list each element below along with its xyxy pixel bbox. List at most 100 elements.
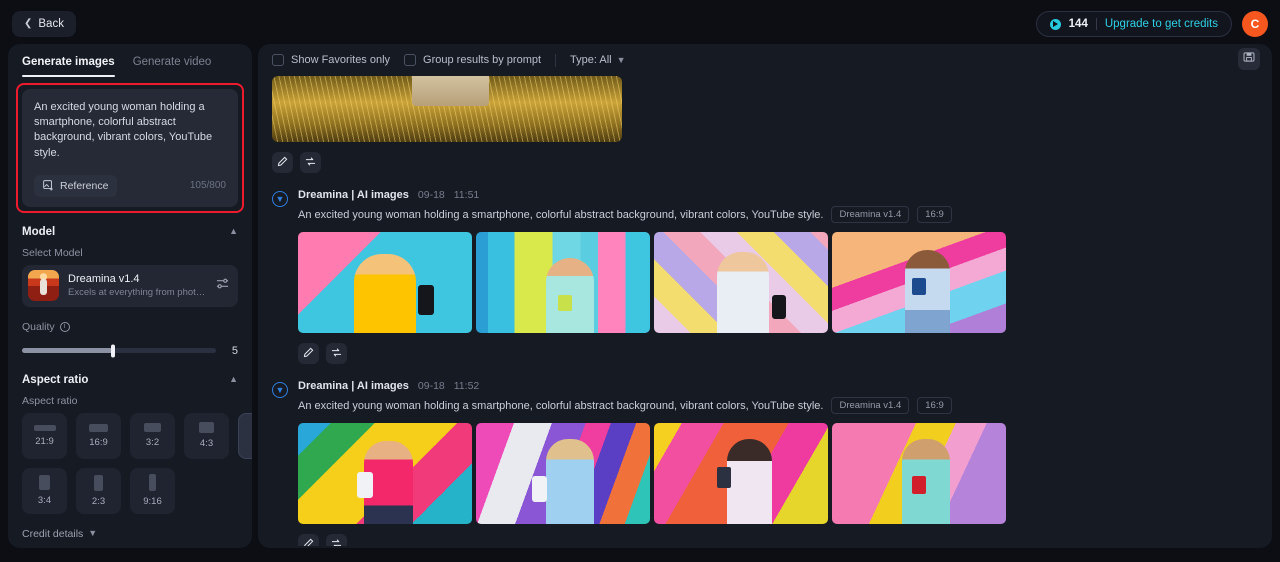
result-thumbnail[interactable] [832, 423, 1006, 524]
result-header: ▼ Dreamina | AI images 09-18 11:52 An ex… [272, 380, 1258, 414]
aspect-ratio-option-1-1[interactable]: 1:1 [238, 412, 252, 459]
aspect-ratio-section-title: Aspect ratio [22, 373, 89, 386]
group-results-checkbox[interactable]: Group results by prompt [404, 54, 541, 66]
type-filter-dropdown[interactable]: Type: All ▼ [570, 54, 626, 66]
aspect-ratio-option-9-16[interactable]: 9:16 [130, 467, 175, 514]
chevron-down-icon: ▼ [88, 528, 98, 539]
quality-slider-handle[interactable] [111, 344, 116, 358]
back-button[interactable]: ❮ Back [12, 11, 76, 37]
chevron-down-icon: ▼ [616, 54, 626, 65]
result-blocks: ▼ Dreamina | AI images 09-18 11:51 An ex… [272, 189, 1258, 546]
result-thumbnail[interactable] [654, 232, 828, 333]
result-actions [298, 343, 1258, 364]
aspect-ratio-option-label: 16:9 [89, 436, 108, 448]
avatar[interactable]: C [1242, 11, 1268, 37]
aspect-ratio-option-label: 2:3 [91, 495, 106, 507]
edit-icon [303, 345, 314, 363]
regenerate-icon [305, 154, 316, 172]
quality-slider-row: 5 [8, 341, 252, 361]
thumbnail-subject [353, 254, 417, 333]
thumbnail-subject [545, 439, 595, 524]
edit-button[interactable] [298, 343, 319, 364]
model-section-header[interactable]: Model ▲ [8, 217, 252, 247]
aspect-ratio-option-2-3[interactable]: 2:3 [76, 467, 121, 514]
aspect-ratio-shape [199, 422, 214, 434]
result-thumbnail[interactable] [832, 232, 1006, 333]
result-prompt: An excited young woman holding a smartph… [298, 208, 824, 221]
chevron-up-icon[interactable]: ▲ [229, 375, 238, 384]
checkbox-icon [404, 54, 417, 66]
type-filter-label: Type: All [570, 54, 612, 66]
result-header: ▼ Dreamina | AI images 09-18 11:51 An ex… [272, 189, 1258, 223]
model-settings-icon[interactable] [216, 277, 229, 295]
folder-button[interactable] [1238, 48, 1260, 70]
quality-label: Quality [22, 320, 55, 333]
thumbnail-subject [716, 252, 769, 333]
result-meta-line: Dreamina | AI images 09-18 11:52 [298, 380, 952, 392]
char-counter: 105/800 [189, 180, 226, 192]
thumbnail-subject [727, 439, 773, 524]
top-bar-right: 144 Upgrade to get credits C [1035, 11, 1268, 37]
filter-bar: Show Favorites only Group results by pro… [258, 44, 1272, 76]
credits-count: 144 [1068, 18, 1088, 30]
download-icon[interactable]: ▼ [272, 191, 288, 207]
group-results-label: Group results by prompt [423, 54, 542, 66]
aspect-ratio-option-3-4[interactable]: 3:4 [22, 467, 67, 514]
reference-button[interactable]: Reference [34, 174, 118, 197]
regenerate-button[interactable] [326, 534, 347, 546]
app-root: ❮ Back 144 Upgrade to get credits C Gene… [0, 0, 1280, 562]
thumbnail-subject [901, 439, 951, 524]
result-chip: Dreamina v1.4 [831, 397, 910, 414]
chevron-up-icon[interactable]: ▲ [229, 227, 238, 236]
result-thumbnail-clipped[interactable] [272, 76, 622, 142]
select-model-label: Select Model [22, 246, 83, 259]
aspect-ratio-option-16-9[interactable]: 16:9 [76, 412, 121, 459]
tab-generate-video[interactable]: Generate video [133, 56, 212, 77]
show-favorites-checkbox[interactable]: Show Favorites only [272, 54, 390, 66]
result-prompt-line: An excited young woman holding a smartph… [298, 206, 952, 223]
quality-slider[interactable] [22, 344, 216, 358]
aspect-ratio-section-header[interactable]: Aspect ratio ▲ [8, 365, 252, 395]
info-icon[interactable]: i [59, 321, 70, 332]
download-icon[interactable]: ▼ [272, 382, 288, 398]
credit-details-label: Credit details [22, 527, 84, 540]
thumbnail-phone [912, 475, 926, 494]
result-thumbnail[interactable] [654, 423, 828, 524]
left-panel: Generate images Generate video An excite… [8, 44, 252, 548]
filter-divider [555, 53, 557, 67]
edit-button[interactable] [298, 534, 319, 546]
quality-slider-fill [22, 348, 114, 354]
edit-icon [303, 536, 314, 546]
prompt-input-container[interactable]: An excited young woman holding a smartph… [22, 89, 238, 207]
back-button-label: Back [38, 18, 64, 30]
result-date: 09-18 [417, 189, 445, 201]
result-thumbnail[interactable] [298, 423, 472, 524]
upgrade-link[interactable]: Upgrade to get credits [1105, 18, 1218, 30]
thumbnail-phone [357, 471, 373, 498]
tab-generate-images[interactable]: Generate images [22, 56, 115, 77]
prompt-input[interactable]: An excited young woman holding a smartph… [34, 100, 226, 161]
aspect-ratio-option-3-2[interactable]: 3:2 [130, 412, 175, 459]
result-thumbnail[interactable] [476, 423, 650, 524]
edit-icon [277, 154, 288, 172]
credit-details-toggle[interactable]: Credit details ▼ [8, 528, 252, 540]
result-block: ▼ Dreamina | AI images 09-18 11:52 An ex… [272, 380, 1258, 546]
result-thumbnail[interactable] [476, 232, 650, 333]
quality-value: 5 [231, 344, 238, 357]
aspect-ratio-option-4-3[interactable]: 4:3 [184, 412, 229, 459]
result-prompt-line: An excited young woman holding a smartph… [298, 397, 952, 414]
model-card[interactable]: Dreamina v1.4 Excels at everything from … [22, 264, 238, 307]
model-description: Excels at everything from photoreali... [68, 286, 207, 298]
aspect-ratio-option-21-9[interactable]: 21:9 [22, 412, 67, 459]
thumbnail-phone [418, 284, 434, 315]
regenerate-icon [331, 536, 342, 546]
result-meta: Dreamina | AI images 09-18 11:52 An exci… [298, 380, 952, 414]
thumbnail-phone [912, 278, 926, 295]
aspect-ratio-shape [94, 474, 103, 491]
aspect-ratio-shape [144, 423, 161, 433]
result-thumbnail[interactable] [298, 232, 472, 333]
regenerate-button[interactable] [300, 152, 321, 173]
credits-pill[interactable]: 144 Upgrade to get credits [1035, 11, 1232, 37]
regenerate-button[interactable] [326, 343, 347, 364]
edit-button[interactable] [272, 152, 293, 173]
